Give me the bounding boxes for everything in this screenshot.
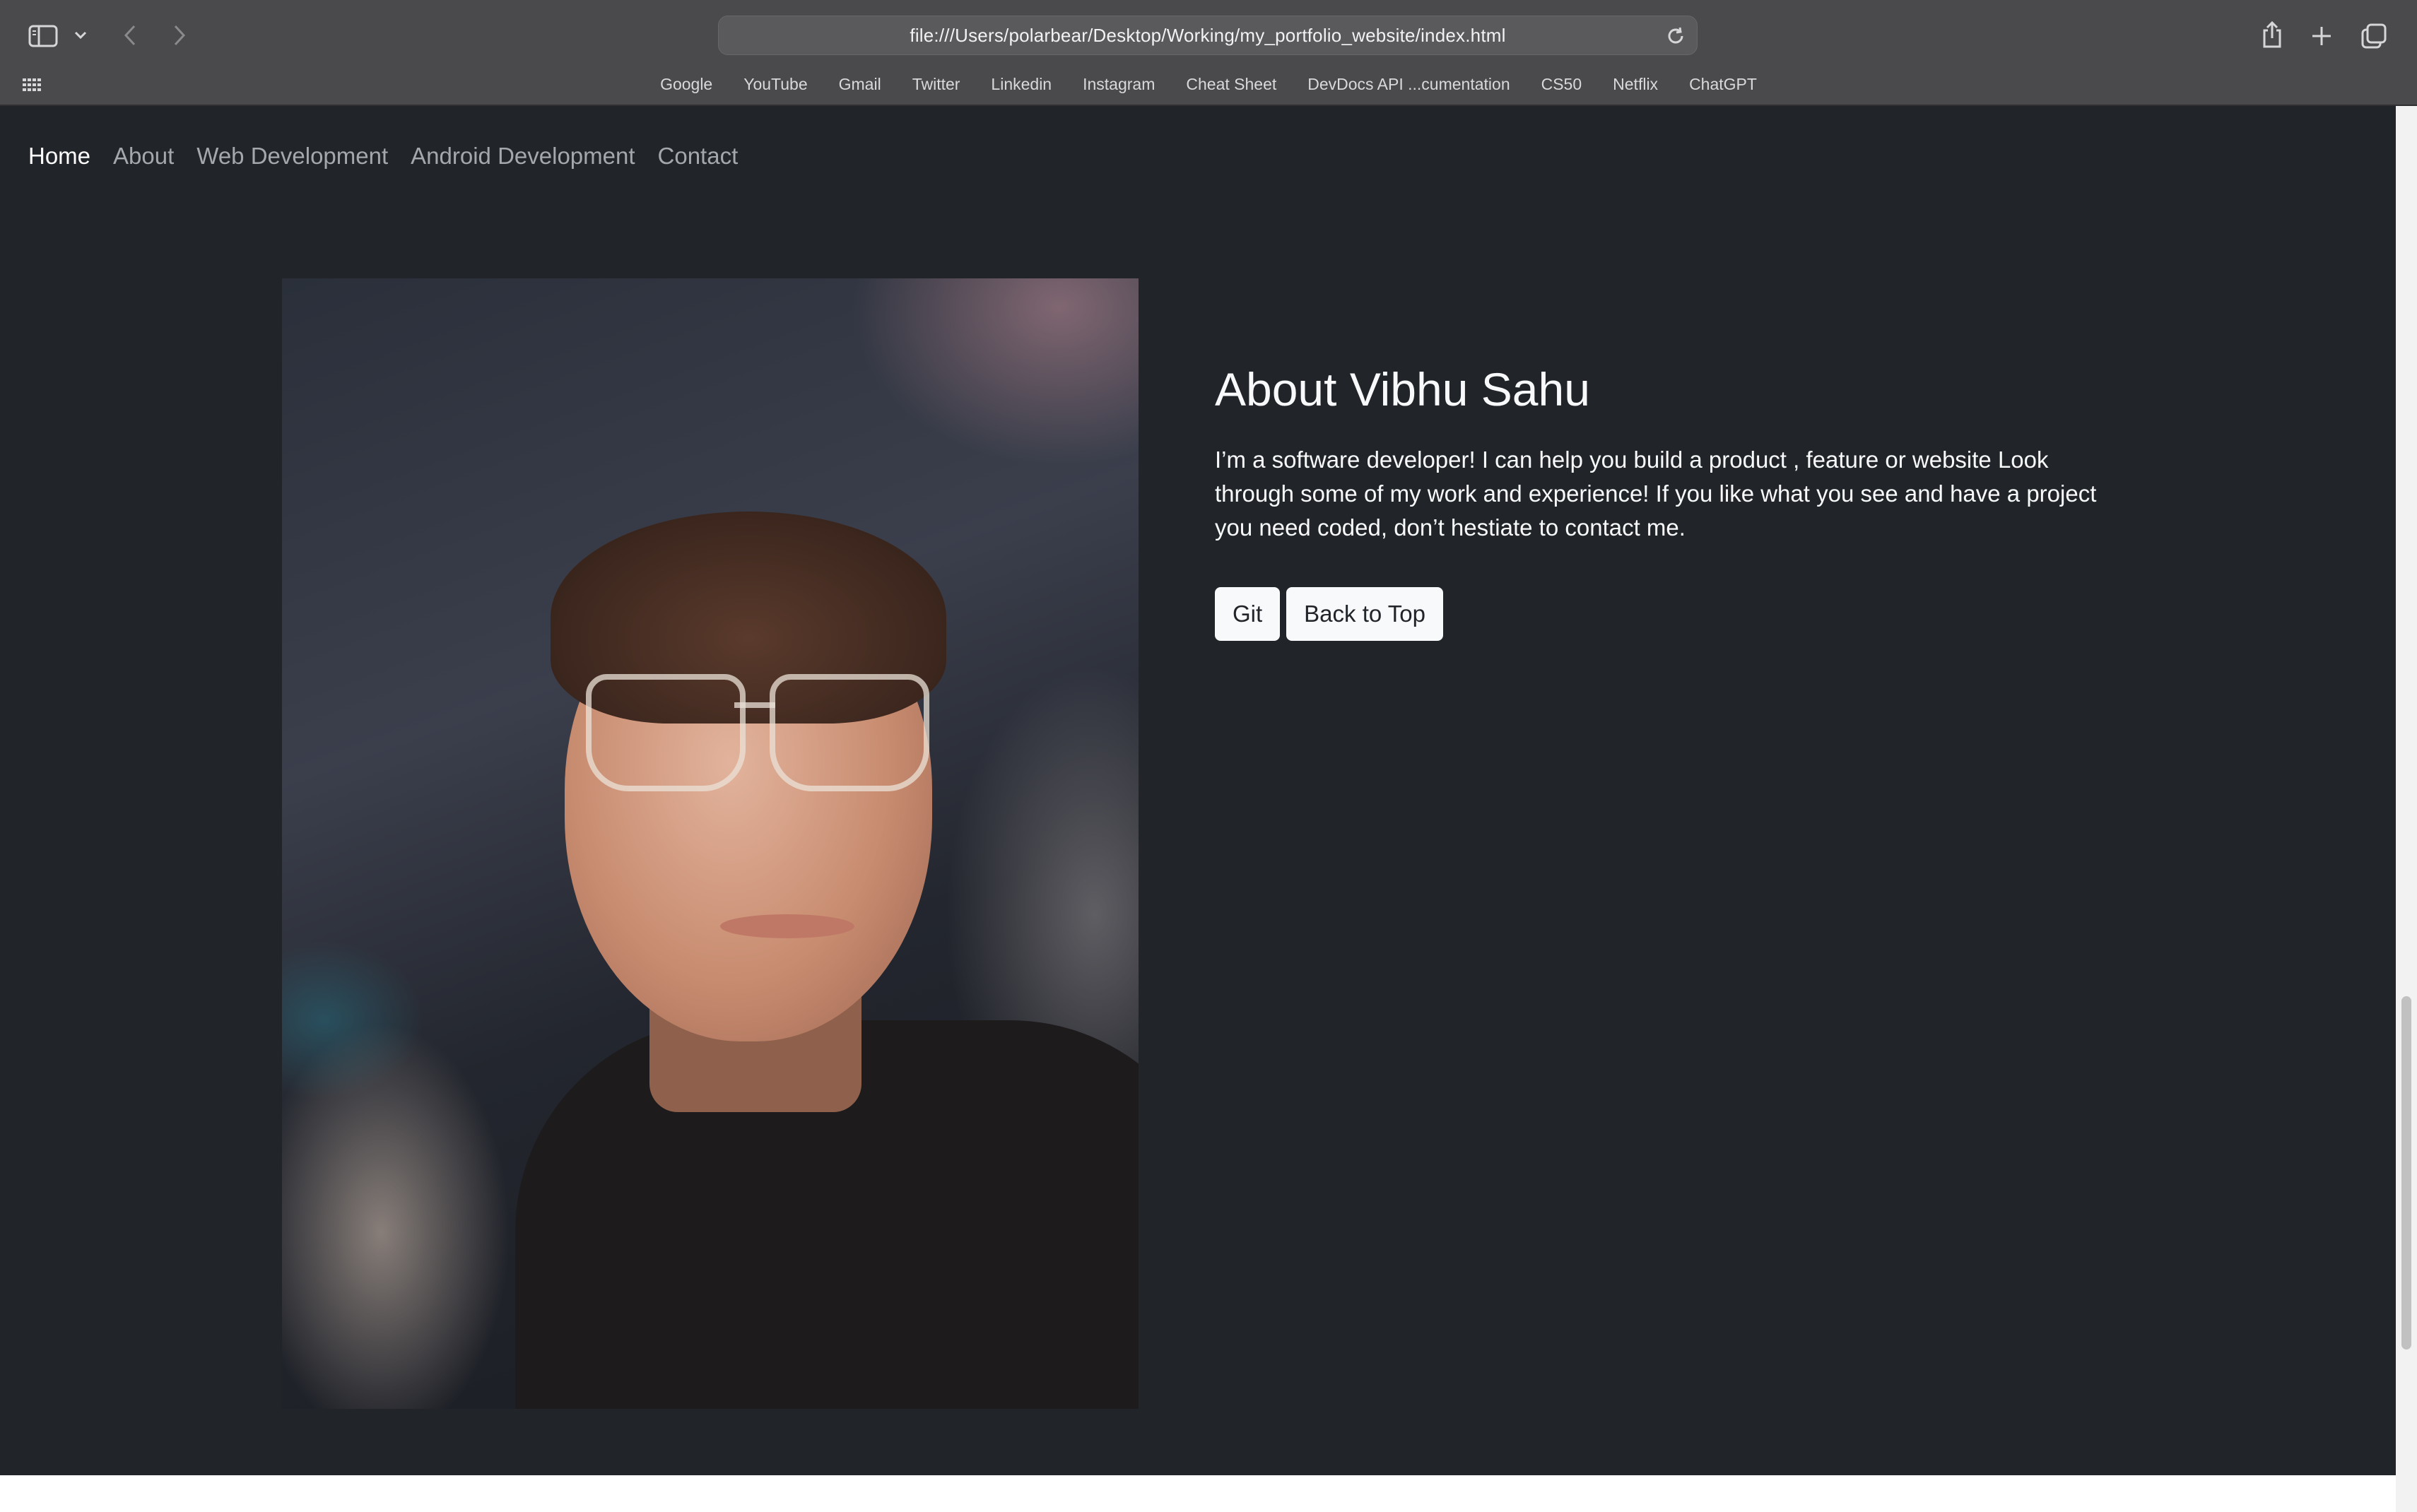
bookmark-cs50[interactable]: CS50 [1526,75,1598,94]
about-description: I’m a software developer! I can help you… [1215,447,2097,541]
browser-toolbar: file:///Users/polarbear/Desktop/Working/… [0,0,2417,106]
reload-icon[interactable] [1662,22,1690,50]
new-tab-icon[interactable] [2305,20,2338,52]
site-nav: Home About Web Development Android Devel… [28,143,738,170]
back-to-top-button[interactable]: Back to Top [1286,587,1444,642]
bookmark-google[interactable]: Google [645,75,728,94]
nav-about[interactable]: About [113,143,174,170]
bookmark-twitter[interactable]: Twitter [897,75,976,94]
bookmark-instagram[interactable]: Instagram [1067,75,1170,94]
bookmark-linkedin[interactable]: Linkedin [975,75,1067,94]
scrollbar-thumb[interactable] [2401,996,2411,1349]
address-bar[interactable]: file:///Users/polarbear/Desktop/Working/… [718,16,1698,55]
nav-android-development[interactable]: Android Development [411,143,635,170]
page-content: Home About Web Development Android Devel… [0,106,2396,1475]
git-button[interactable]: Git [1215,587,1281,642]
tab-overview-icon[interactable] [2358,20,2390,52]
bookmark-devdocs[interactable]: DevDocs API ...cumentation [1292,75,1525,94]
about-title: About Vibhu Sahu [1215,363,1590,415]
nav-contact[interactable]: Contact [658,143,739,170]
nav-web-development[interactable]: Web Development [196,143,388,170]
back-arrow-icon[interactable] [117,21,143,49]
bookmark-chatgpt[interactable]: ChatGPT [1674,75,1772,94]
share-icon[interactable] [2256,17,2288,52]
bookmark-cheat-sheet[interactable]: Cheat Sheet [1170,75,1292,94]
bookmark-netflix[interactable]: Netflix [1597,75,1674,94]
bookmarks-bar: Google YouTube Gmail Twitter Linkedin In… [0,68,2417,100]
forward-arrow-icon[interactable] [167,21,192,49]
url-text[interactable]: file:///Users/polarbear/Desktop/Working/… [719,16,1697,54]
about-section: About Vibhu Sahu I’m a software develope… [1215,362,2105,642]
sidebar-toggle-icon[interactable] [27,20,59,52]
chevron-down-icon[interactable] [71,25,90,45]
about-buttons: Git Back to Top [1215,587,2105,642]
bookmark-youtube[interactable]: YouTube [728,75,823,94]
profile-photo [282,278,1139,1409]
bookmark-gmail[interactable]: Gmail [823,75,897,94]
nav-home[interactable]: Home [28,143,90,170]
